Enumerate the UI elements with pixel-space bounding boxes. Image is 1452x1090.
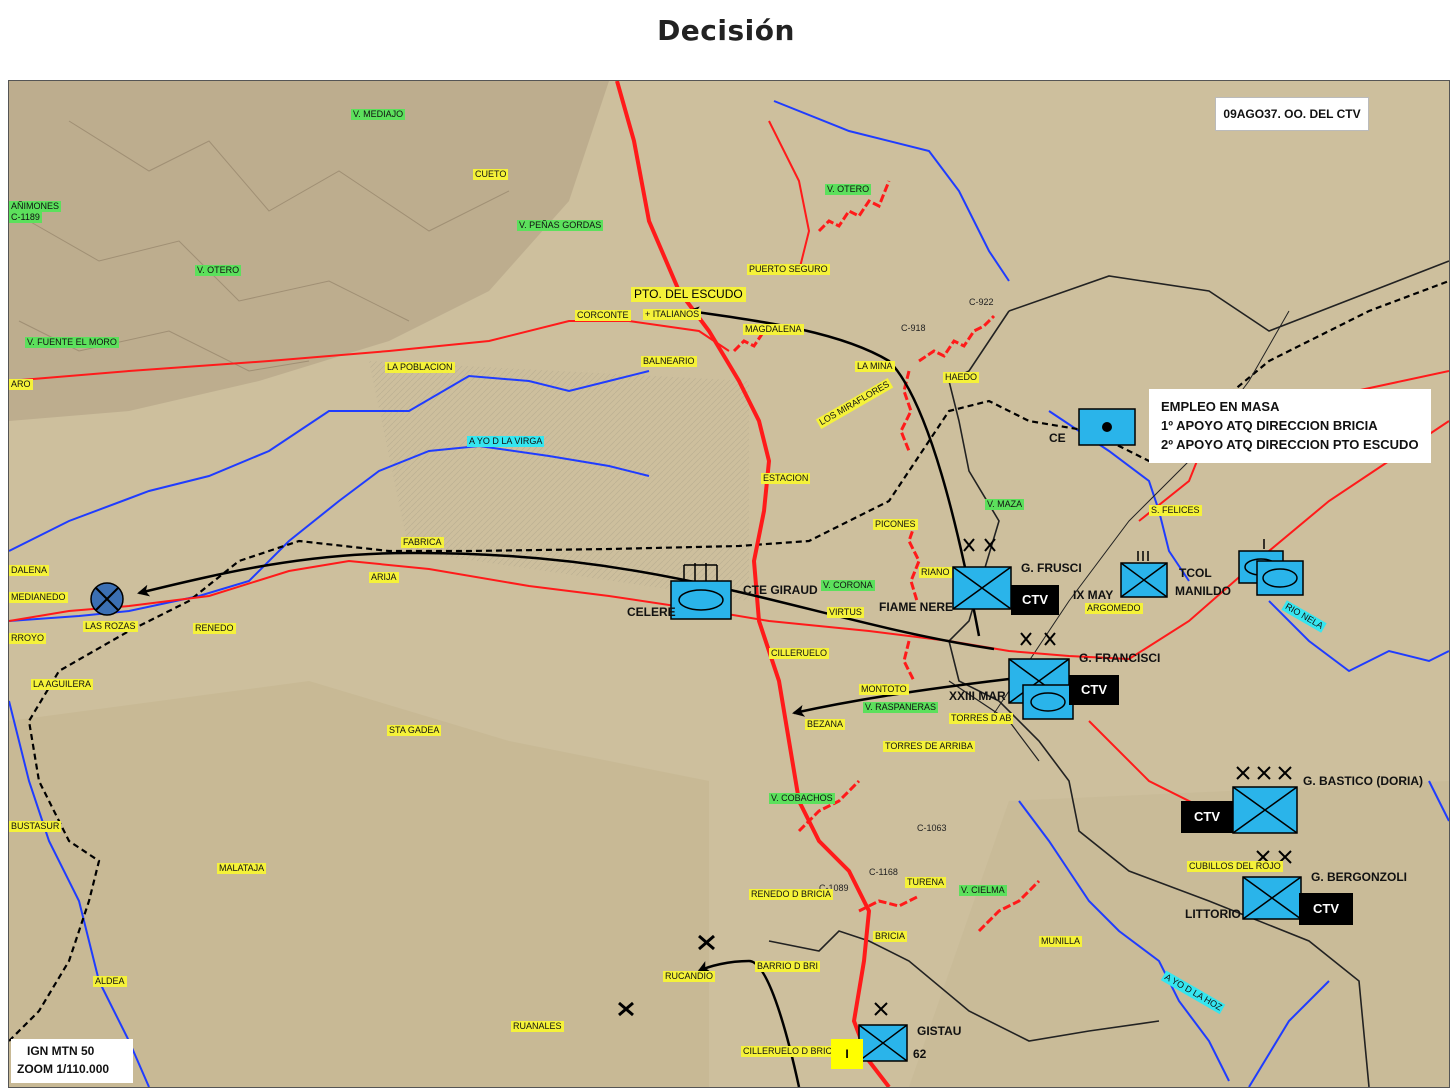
place-label: CORCONTE <box>575 310 631 321</box>
unit-francisci-label: G. FRANCISCI <box>1079 651 1161 665</box>
unit-gistau-number: 62 <box>913 1047 927 1061</box>
place-label: MAGDALENA <box>743 324 804 335</box>
unit-giraud-label: CTE GIRAUD <box>743 583 818 597</box>
place-label: V. OTERO <box>195 265 242 276</box>
unit-bergonzoli-label: G. BERGONZOLI <box>1311 870 1407 884</box>
place-label: V. COBACHOS <box>769 793 835 804</box>
place-label: ALDEA <box>93 976 127 987</box>
place-label: STA GADEA <box>387 725 442 736</box>
unit-tcol-label: TCOL <box>1179 566 1212 580</box>
unit-manildo-label: MANILDO <box>1175 584 1231 598</box>
unit-ce-label: CE <box>1049 431 1066 445</box>
place-label: BALNEARIO <box>641 356 697 367</box>
order-reference-note: 09AGO37. OO. DEL CTV <box>1215 97 1369 131</box>
unit-xxiii-label: XXIII MAR <box>949 689 1006 703</box>
place-label: ARGOMEDO <box>1085 603 1143 614</box>
place-label: VIRTUS <box>827 607 864 618</box>
place-label: TURENA <box>905 877 947 888</box>
place-label: BEZANA <box>805 719 846 730</box>
place-label: FABRICA <box>401 537 444 548</box>
place-label: TORRES DE ARRIBA <box>883 741 975 752</box>
place-label: LAS ROZAS <box>83 621 138 632</box>
place-label: V. RASPANERAS <box>863 702 939 713</box>
place-label: RENEDO <box>193 623 236 634</box>
notes-line2: 1º APOYO ATQ DIRECCION BRICIA <box>1161 418 1378 433</box>
place-label: C-1168 <box>869 867 898 877</box>
ctv-badge: CTV <box>1011 585 1059 615</box>
place-label: ARO <box>9 379 33 390</box>
place-label: MALATAJA <box>217 863 267 874</box>
place-label: C-918 <box>901 323 926 333</box>
ctv-badge: CTV <box>1181 801 1233 833</box>
place-label: RENEDO D BRICIA <box>749 889 834 900</box>
place-label: LA AGUILERA <box>31 679 94 690</box>
place-label: V. CIELMA <box>959 885 1007 896</box>
place-label: V. MEDIAJO <box>351 109 406 120</box>
place-label: RROYO <box>9 633 47 644</box>
place-label: C-1063 <box>917 823 947 833</box>
place-label: RUCANDIO <box>663 971 716 982</box>
unit-gistau-tag: I <box>831 1039 863 1069</box>
place-label: CILLERUELO <box>769 648 830 659</box>
place-label: CUBILLOS DEL ROJO <box>1187 861 1283 872</box>
place-label: ARIJA <box>369 572 399 583</box>
place-label: V. FUENTE EL MORO <box>25 337 119 348</box>
unit-ixmay-label: IX MAY <box>1073 588 1114 602</box>
pto-escudo-label: PTO. DEL ESCUDO <box>631 287 746 302</box>
place-label: PUERTO SEGURO <box>747 264 830 275</box>
map-canvas[interactable] <box>9 81 1449 1087</box>
map-source-note: IGN MTN 50 ZOOM 1/110.000 <box>11 1039 133 1083</box>
map-source-line1: IGN MTN 50 <box>27 1044 95 1058</box>
place-label: RIANO <box>919 567 952 578</box>
place-label: LA POBLACION <box>385 362 455 373</box>
place-label: TORRES D AB <box>949 713 1014 724</box>
unit-bastico-label: G. BASTICO (DORIA) <box>1303 774 1423 788</box>
place-label: BARRIO D BRI <box>755 961 821 972</box>
place-label: MONTOTO <box>859 684 909 695</box>
place-label: PICONES <box>873 519 918 530</box>
place-label: + ITALIANOS <box>643 309 702 320</box>
place-label: HAEDO <box>943 372 980 383</box>
map-source-line2: ZOOM 1/110.000 <box>17 1062 110 1076</box>
place-label: BUSTASUR <box>9 821 62 832</box>
place-label: V. PEÑAS GORDAS <box>517 220 604 231</box>
place-label: RUANALES <box>511 1021 564 1032</box>
place-label: CUETO <box>473 169 509 180</box>
ctv-badge: CTV <box>1069 675 1119 705</box>
place-label: BRICIA <box>873 931 908 942</box>
place-label: A YO D LA VIRGA <box>467 436 545 447</box>
notes-line3: 2º APOYO ATQ DIRECCION PTO ESCUDO <box>1161 437 1419 452</box>
unit-ce-symbol <box>1078 408 1136 446</box>
place-label: V. OTERO <box>825 184 872 195</box>
place-label: V. MAZA <box>985 499 1025 510</box>
unit-celere-label: CELERE <box>627 605 676 619</box>
place-label: DALENA <box>9 565 50 576</box>
notes-box: EMPLEO EN MASA 1º APOYO ATQ DIRECCION BR… <box>1149 389 1431 463</box>
notes-line1: EMPLEO EN MASA <box>1161 399 1280 414</box>
place-label: MUNILLA <box>1039 936 1083 947</box>
enemy-unit-symbol <box>90 582 124 616</box>
place-label: C-1189 <box>9 212 42 223</box>
page-title: Decisión <box>657 14 795 47</box>
place-label: C-922 <box>969 297 994 307</box>
place-label: V. CORONA <box>821 580 875 591</box>
place-label: AÑIMONES <box>9 201 62 212</box>
place-label: S. FELICES <box>1149 505 1202 516</box>
unit-gistau-label: GISTAU <box>917 1024 962 1038</box>
place-label: CILLERUELO D BRICIA <box>741 1046 843 1057</box>
unit-littorio-label: LITTORIO <box>1185 907 1241 921</box>
unit-frusci-label: G. FRUSCI <box>1021 561 1082 575</box>
place-label: MEDIANEDO <box>9 592 68 603</box>
place-label: ESTACION <box>761 473 811 484</box>
map-area[interactable]: V. MEDIAJO CUETO AÑIMONES C-1189 V. PEÑAS GO… <box>8 80 1450 1088</box>
unit-fiame-label: FIAME NERE <box>879 600 954 614</box>
ctv-badge: CTV <box>1299 893 1353 925</box>
place-label: LA MINA <box>855 361 895 372</box>
